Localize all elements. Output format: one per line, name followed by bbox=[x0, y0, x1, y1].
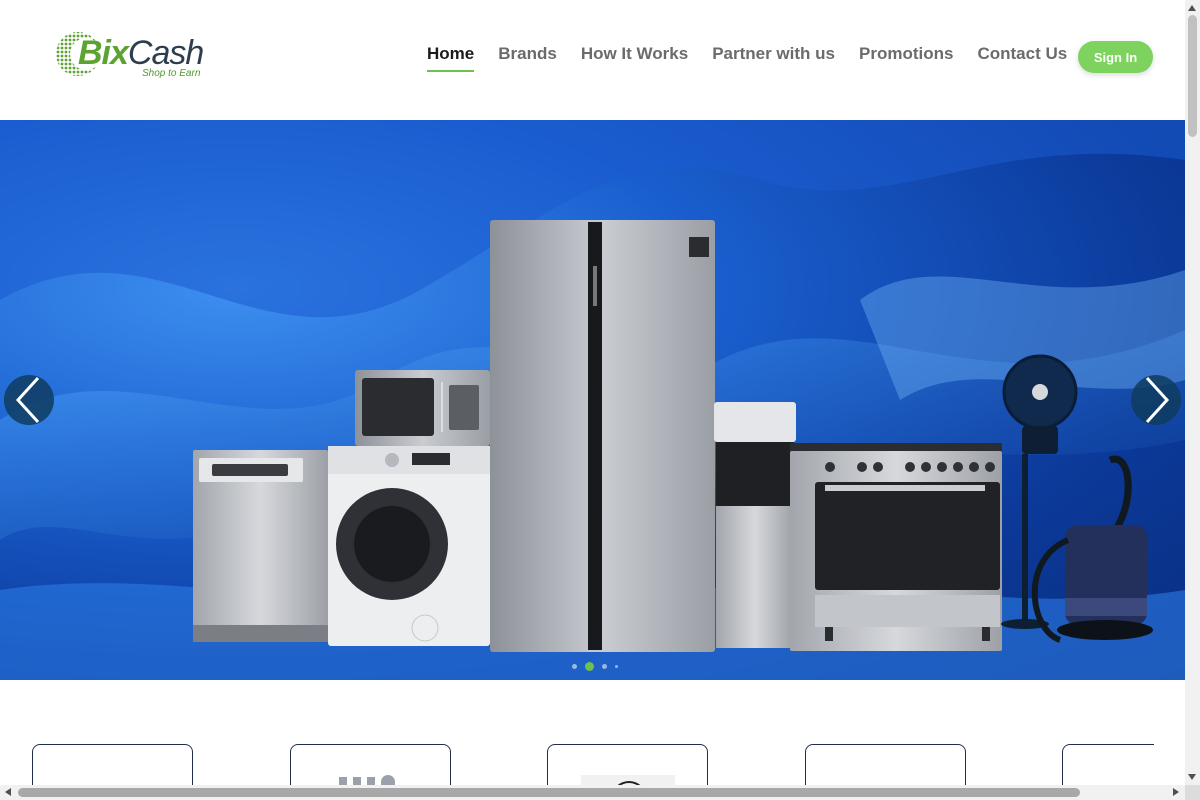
appliances-banner-image bbox=[0, 120, 1185, 680]
slider-dot-1[interactable] bbox=[572, 664, 577, 669]
scrollbar-corner bbox=[1185, 785, 1200, 800]
vertical-scroll-thumb[interactable] bbox=[1188, 15, 1197, 137]
nav-item-home[interactable]: Home bbox=[427, 44, 475, 72]
brand-card[interactable] bbox=[32, 744, 193, 785]
nav-item-how-it-works[interactable]: How It Works bbox=[581, 44, 688, 72]
hero-slider bbox=[0, 120, 1185, 680]
slider-pagination bbox=[572, 662, 618, 671]
slider-next-button[interactable] bbox=[1131, 375, 1181, 425]
slider-dot-3[interactable] bbox=[602, 664, 607, 669]
brand-card[interactable] bbox=[547, 744, 708, 785]
horizontal-scroll-thumb[interactable] bbox=[18, 788, 1080, 797]
brand-card[interactable] bbox=[290, 744, 451, 785]
nav-item-promotions[interactable]: Promotions bbox=[859, 44, 953, 72]
chevron-right-icon bbox=[1145, 376, 1170, 424]
brand-logo-partial bbox=[581, 775, 675, 785]
main-nav: Home Brands How It Works Partner with us… bbox=[427, 44, 1067, 72]
page-viewport: BixCash Shop to Earn Home Brands How It … bbox=[0, 0, 1185, 785]
logo-tagline: Shop to Earn bbox=[142, 68, 201, 79]
brand-logo-partial bbox=[339, 775, 399, 785]
scroll-down-icon[interactable] bbox=[1188, 774, 1196, 780]
nav-item-partner[interactable]: Partner with us bbox=[712, 44, 835, 72]
logo-bix-text: Bix bbox=[78, 34, 129, 72]
bixcash-logo[interactable]: BixCash Shop to Earn bbox=[56, 26, 216, 84]
horizontal-scrollbar[interactable] bbox=[0, 785, 1185, 800]
scroll-up-icon[interactable] bbox=[1188, 5, 1196, 11]
nav-item-contact[interactable]: Contact Us bbox=[977, 44, 1067, 72]
nav-item-brands[interactable]: Brands bbox=[498, 44, 557, 72]
sign-in-button[interactable]: Sign In bbox=[1078, 41, 1153, 73]
vertical-scrollbar[interactable] bbox=[1185, 0, 1200, 785]
logo-cash-text: Cash bbox=[127, 34, 204, 72]
slider-dot-2[interactable] bbox=[585, 662, 594, 671]
scroll-left-icon[interactable] bbox=[5, 788, 11, 796]
chevron-left-icon bbox=[15, 376, 40, 424]
brand-card[interactable] bbox=[1062, 744, 1154, 785]
brand-card[interactable] bbox=[805, 744, 966, 785]
slider-prev-button[interactable] bbox=[4, 375, 54, 425]
scroll-right-icon[interactable] bbox=[1173, 788, 1179, 796]
site-header: BixCash Shop to Earn Home Brands How It … bbox=[0, 0, 1185, 120]
slider-dot-4[interactable] bbox=[615, 665, 618, 668]
